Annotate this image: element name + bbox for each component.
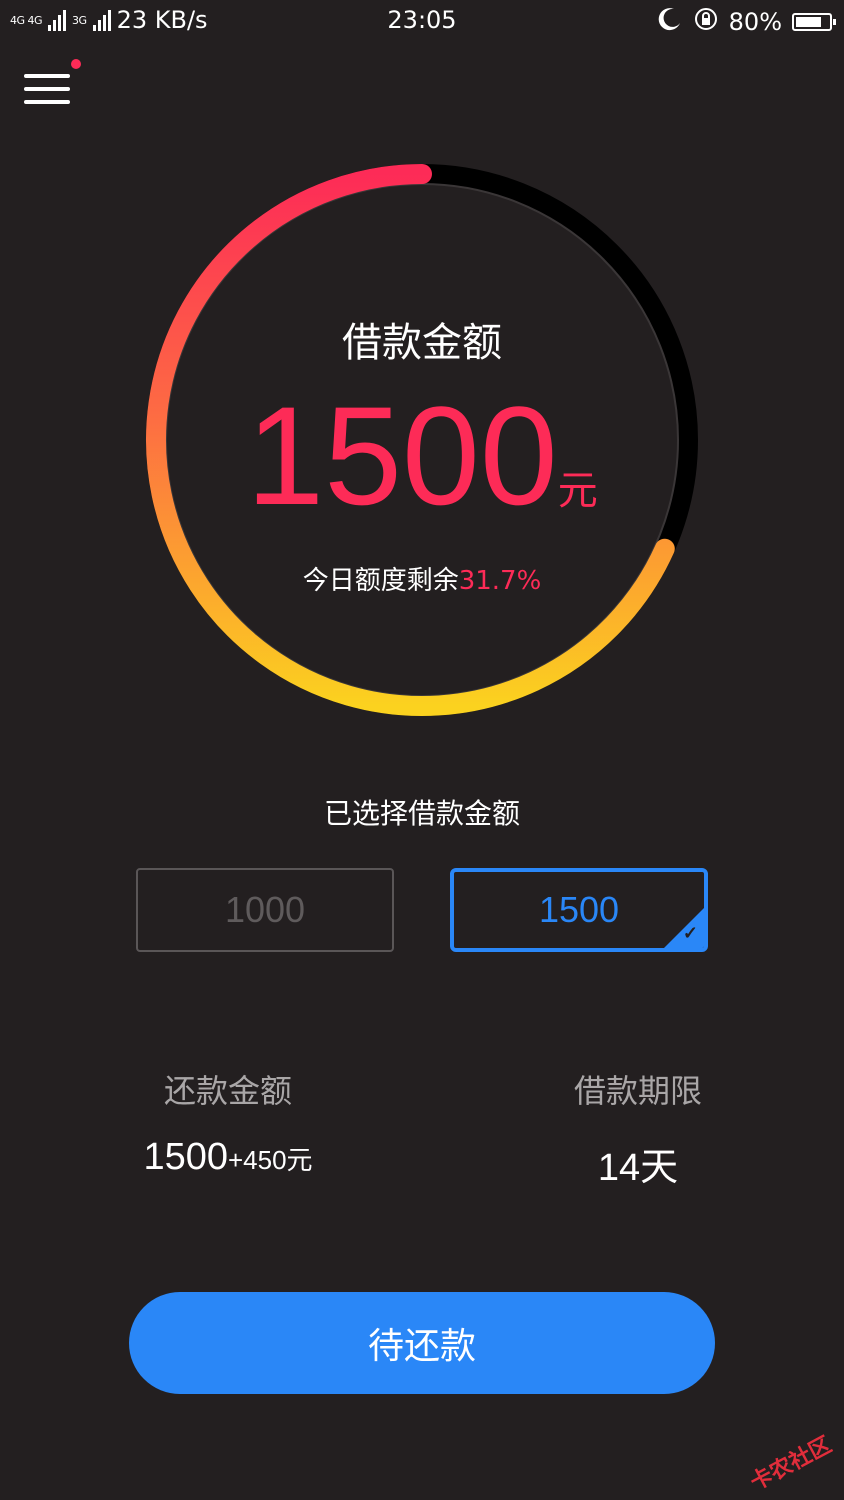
status-right: 80% — [657, 6, 836, 38]
check-icon: ✓ — [682, 923, 698, 943]
amount-option-1000[interactable]: 1000 — [136, 868, 394, 952]
amount-option-label: 1000 — [224, 889, 306, 930]
status-bar: 4G 4G 3G 23 KB/s 23:05 80% — [0, 0, 844, 44]
remaining-quota-value: 31.7% — [458, 566, 542, 596]
loan-amount: 1500元 — [142, 386, 702, 526]
remaining-quota: 今日额度剩余31.7% — [142, 560, 702, 597]
menu-line — [24, 87, 70, 91]
notification-dot — [71, 59, 81, 69]
repay-amount-label: 还款金额 — [163, 1072, 292, 1110]
repay-amount-principal: 1500 — [143, 1136, 228, 1178]
battery-fill — [796, 17, 821, 27]
loan-amount-value: 1500 — [246, 377, 558, 534]
app-screen: 4G 4G 3G 23 KB/s 23:05 80% 借款金额 1500元 今日… — [0, 0, 844, 1500]
moon-icon — [657, 6, 683, 38]
repay-amount-extra: +450元 — [227, 1145, 313, 1175]
rotation-lock-icon — [693, 6, 719, 38]
gauge-title: 借款金额 — [342, 320, 502, 366]
remaining-quota-label: 今日额度剩余 — [302, 566, 459, 596]
loan-term-value: 14天 — [597, 1147, 679, 1189]
pending-repayment-button[interactable]: 待还款 — [129, 1292, 715, 1394]
loan-term-label: 借款期限 — [573, 1072, 702, 1110]
menu-line — [24, 74, 70, 78]
amount-option-label: 1500 — [538, 889, 620, 930]
hamburger-menu-icon[interactable] — [24, 70, 72, 110]
menu-line — [24, 100, 70, 104]
battery-percent: 80% — [728, 8, 782, 36]
loan-amount-unit: 元 — [557, 468, 598, 514]
watermark-logo: 卡农社区 — [746, 1432, 836, 1496]
amount-option-1500[interactable]: 1500 ✓ — [450, 868, 708, 952]
battery-icon — [792, 13, 836, 31]
repay-amount-value: 1500+450元 — [78, 1136, 378, 1179]
selected-amount-label: 已选择借款金额 — [323, 797, 520, 830]
